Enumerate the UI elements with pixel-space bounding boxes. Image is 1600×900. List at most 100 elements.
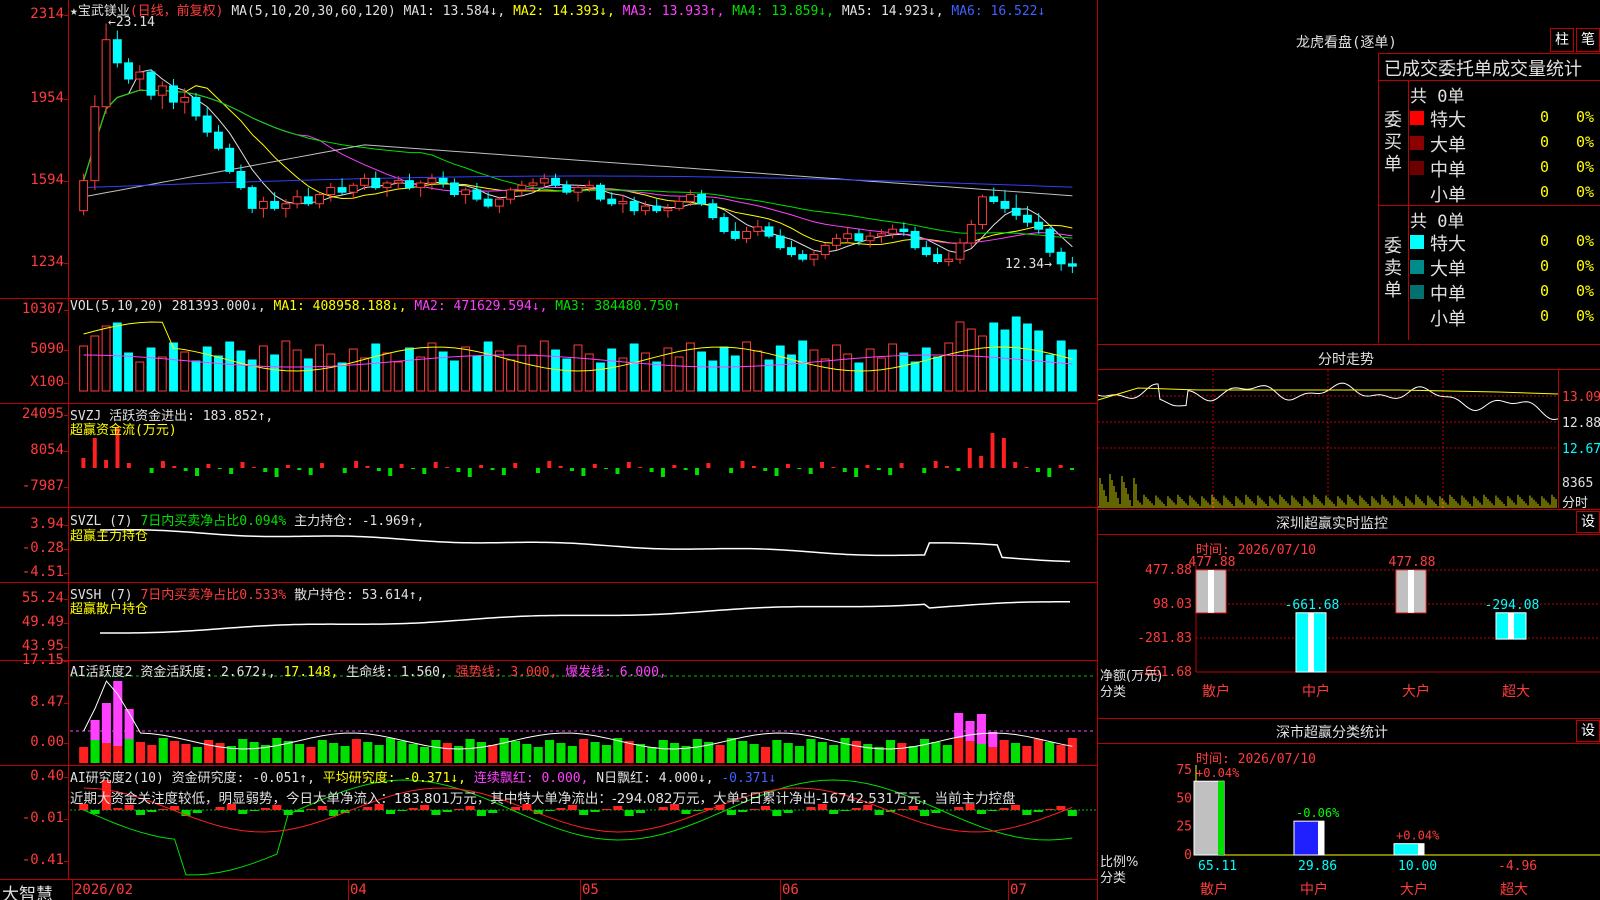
candle-body [405,180,414,189]
research-bar [601,809,611,810]
volume-bar [416,356,426,392]
volume-bar [79,345,89,392]
candle-body [607,198,617,205]
volume-bar [573,344,583,392]
volume-bar [966,328,976,392]
flow-bar [604,468,609,469]
y-axis-label: 10307 [21,301,64,317]
separator [1378,53,1600,54]
classify-settings-button[interactable]: 设 [1576,720,1600,742]
monitor-bar-highlight [1508,612,1514,640]
activity-bar [295,744,305,763]
monitor-bar-chart[interactable]: 时间: 2026/07/10477.8898.03-281.83-661.684… [1098,535,1600,718]
research-bar [510,807,521,810]
volume-bar [674,356,684,392]
candle-body [820,244,830,256]
activity-bar [897,743,907,763]
vol-header: VOL(5,10,20) 281393.000↓, MA1: 408958.18… [70,299,681,314]
row-percent: 0% [1576,183,1595,201]
classify-value-label: -4.96 [1498,859,1537,874]
header-item: 散户持仓: 53.614↑, [294,588,425,603]
separator [1378,53,1379,343]
volume-bar [730,355,740,392]
flow-bar [229,468,234,474]
monitor-value-label: 477.88 [1389,555,1436,570]
header-item: 连续飘红: 0.000, [473,771,597,786]
candle-body [427,177,437,184]
y-axis-tick [64,15,69,16]
candle-body [775,235,785,249]
flow-bar [695,468,700,475]
volume-bar [697,351,707,392]
header-item: AI活跃度2 [70,665,141,680]
volume-bar [225,341,235,392]
candle-body [551,177,560,186]
activity-bar [306,747,316,763]
volume-bar [1056,340,1066,392]
classify-value-label: 10.00 [1398,859,1437,874]
date-tick [72,880,73,900]
candle-body [517,184,527,191]
row-percent: 0% [1576,257,1595,275]
candle-body [809,254,819,260]
flow-bar [1001,438,1006,468]
y-axis-label: 5090 [30,341,64,357]
candlestick-chart[interactable]: ←23.1412.34→ [70,0,1096,297]
candle-body [798,254,808,260]
volume-chart[interactable] [70,299,1096,403]
y-axis-tick [64,415,69,416]
row-volume: 0 [1540,183,1550,201]
activity-bar [272,738,282,763]
candle-body [562,184,572,193]
candle-body [225,147,235,172]
flow-bar [842,468,847,472]
flow-bar [149,468,154,473]
tick-view-button[interactable]: 笔 [1576,28,1600,52]
header-item: 平均研究度: -0.371↓, [322,771,474,786]
ai-activity-header: AI活跃度2 资金活跃度: 2.672↓, 17.148, 生命线: 1.560… [70,661,667,680]
sell-label: 委卖单 [1384,236,1402,301]
candle-body [281,203,291,209]
classify-bar-stripe [1418,843,1424,855]
monitor-settings-button[interactable]: 设 [1576,511,1600,533]
candle-body [719,217,729,232]
research-bar [454,809,464,810]
volume-bar [910,361,920,392]
activity-bar [817,742,827,763]
classify-bar-chart[interactable]: 时间: 2026/07/10 75 50 25 0 65.11 +0.04% 散户 29.86 -… [1098,744,1600,900]
activity-bar [431,740,441,763]
candle-body [674,200,684,209]
intraday-chart[interactable] [1098,370,1558,508]
y-axis-label: -0.41 [21,852,64,868]
research-bar [363,807,373,810]
flow-bar [649,468,654,472]
activity-bar [397,741,407,763]
research-bar [772,810,782,816]
activity-bar [760,747,771,763]
y-axis-label: 1234 [30,254,64,270]
ma-header: ★宝武镁业(日线，前复权) MA(5,10,20,30,60,120) MA1:… [70,0,1045,19]
candle-body [191,96,201,117]
activity-bar [1033,739,1043,763]
volume-bar [629,343,639,392]
activity-bar [920,739,930,763]
flow-bar [547,461,552,468]
research-bar [408,808,418,810]
category-label: 大户 [1400,881,1428,898]
flow-bar [570,468,575,471]
header-item: MA5: 14.923↓, [841,4,952,19]
flow-bar [683,468,688,470]
volume-bar [101,325,111,392]
activity-bar-peak [976,714,986,744]
activity-bar [238,739,248,763]
flow-bar [263,468,268,472]
row-percent: 0% [1576,108,1595,126]
left-chart-area[interactable]: ←23.14 12.34→ ★宝武镁业(日线，前复权) MA(5,10,20,30… [0,0,1098,900]
date-label: 05 [582,882,599,898]
volume-bar [483,341,493,392]
bar-view-button[interactable]: 柱 [1550,28,1574,52]
dragon-title: 龙虎看盘(逐单) [1296,35,1397,51]
row-name: 小单 [1430,309,1466,330]
date-label: 06 [782,882,799,898]
activity-bar [795,746,805,763]
